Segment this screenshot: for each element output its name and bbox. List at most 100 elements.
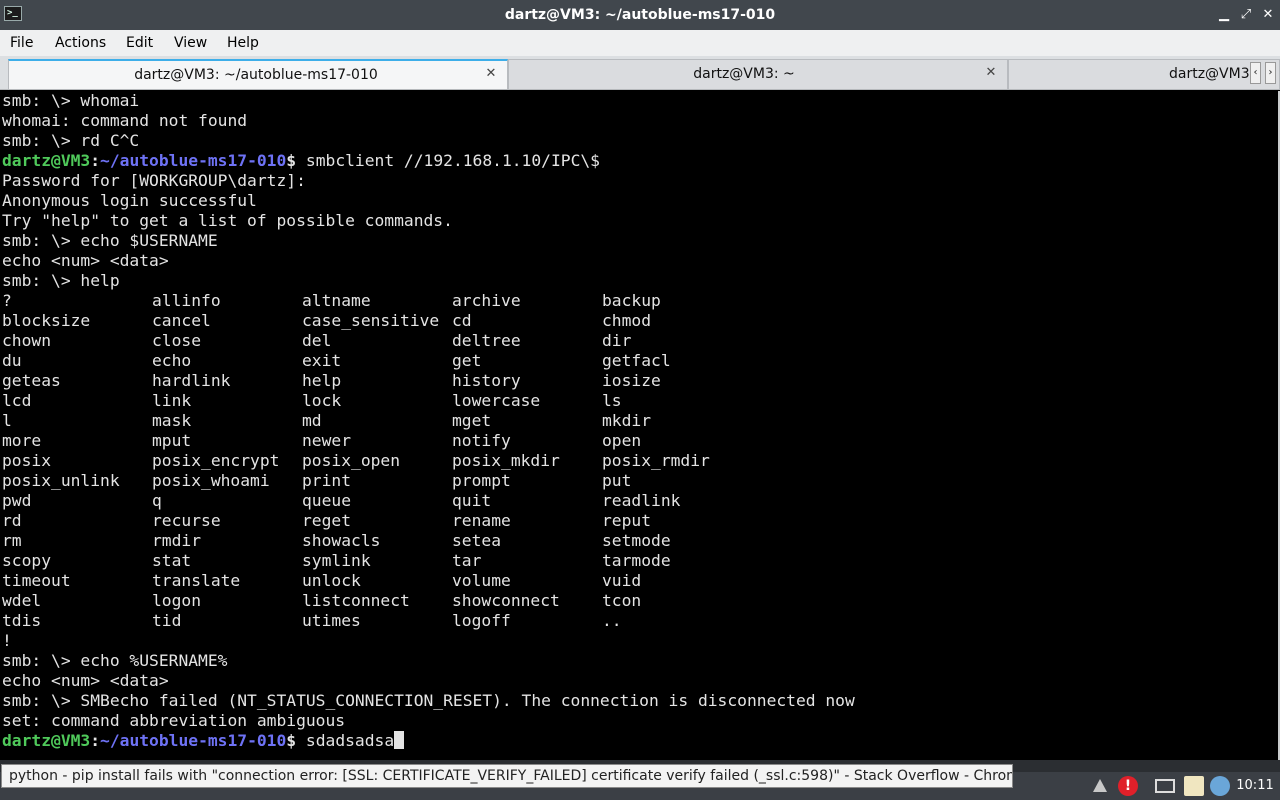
taskbar-clock[interactable]: 10:11 xyxy=(1230,772,1280,800)
help-command: q xyxy=(152,491,162,510)
help-command: posix_mkdir xyxy=(452,451,560,470)
text-cursor xyxy=(394,731,405,749)
help-row: pwd q queue quit readlink xyxy=(0,491,1278,511)
help-command: timeout xyxy=(2,571,71,590)
help-command: mput xyxy=(152,431,192,450)
help-command: help xyxy=(302,371,342,390)
tab-close-icon[interactable]: ✕ xyxy=(483,66,499,82)
display-icon[interactable] xyxy=(1155,779,1175,793)
terminal-line: smb: \> help xyxy=(2,271,120,290)
help-command: deltree xyxy=(452,331,521,350)
tab-third[interactable]: dartz@VM3: xyxy=(1008,59,1280,89)
terminal-line: smb: \> echo %USERNAME% xyxy=(2,651,228,670)
help-command: queue xyxy=(302,491,352,510)
help-command: listconnect xyxy=(302,591,410,610)
maximize-icon[interactable]: ⤢ xyxy=(1238,7,1254,23)
help-row: rm rmdir showacls setea setmode xyxy=(0,531,1278,551)
prompt-path: ~/autoblue-ms17-010 xyxy=(100,151,287,170)
help-command: reget xyxy=(302,511,352,530)
help-command: rm xyxy=(2,531,22,550)
help-row: geteas hardlink help history iosize xyxy=(0,371,1278,391)
tab-autoblue[interactable]: dartz@VM3: ~/autoblue-ms17-010 ✕ xyxy=(8,59,508,89)
tab-label: dartz@VM3: ~/autoblue-ms17-010 xyxy=(134,67,378,83)
help-command: scopy xyxy=(2,551,52,570)
clipboard-icon[interactable] xyxy=(1184,776,1204,796)
help-command: put xyxy=(602,471,632,490)
help-command: symlink xyxy=(302,551,371,570)
help-command: rd xyxy=(2,511,22,530)
prompt-user: dartz@VM3 xyxy=(2,731,91,750)
terminal-line: Try "help" to get a list of possible com… xyxy=(2,211,453,230)
tab-scroll-left-icon[interactable]: ‹ xyxy=(1250,62,1261,84)
terminal-line: smb: \> rd C^C xyxy=(2,131,140,150)
tab-label: dartz@VM3: ~ xyxy=(693,66,795,82)
prompt-path: ~/autoblue-ms17-010 xyxy=(100,731,287,750)
menu-bar: File Actions Edit View Help xyxy=(0,30,1280,56)
help-row: ! xyxy=(0,631,1278,651)
help-command: dir xyxy=(602,331,632,350)
help-command: posix_rmdir xyxy=(602,451,710,470)
tab-close-icon[interactable]: ✕ xyxy=(983,65,999,81)
help-command: rename xyxy=(452,511,511,530)
help-command: prompt xyxy=(452,471,511,490)
minimize-icon[interactable]: ▁ xyxy=(1216,7,1232,23)
help-command: posix_unlink xyxy=(2,471,120,490)
tab-home[interactable]: dartz@VM3: ~ ✕ xyxy=(508,59,1008,89)
help-command: lock xyxy=(302,391,342,410)
close-icon[interactable]: ✕ xyxy=(1260,7,1276,23)
help-command: pwd xyxy=(2,491,32,510)
help-row: blocksize cancel case_sensitive cd chmod xyxy=(0,311,1278,331)
terminal-line: smb: \> echo $USERNAME xyxy=(2,231,218,250)
help-row: posix_unlink posix_whoami print prompt put xyxy=(0,471,1278,491)
help-command: setea xyxy=(452,531,502,550)
alert-icon[interactable]: ! xyxy=(1118,776,1138,796)
help-row: more mput newer notify open xyxy=(0,431,1278,451)
prompt-command: smbclient //192.168.1.10/IPC\$ xyxy=(296,151,600,170)
help-command: posix_whoami xyxy=(152,471,270,490)
help-command: case_sensitive xyxy=(302,311,440,330)
help-command: logon xyxy=(152,591,202,610)
help-command: blocksize xyxy=(2,311,91,330)
help-command: utimes xyxy=(302,611,361,630)
help-command: vuid xyxy=(602,571,642,590)
prompt-command: sdadsadsa xyxy=(296,731,395,750)
help-command: backup xyxy=(602,291,661,310)
help-row: rd recurse reget rename reput xyxy=(0,511,1278,531)
help-command: cancel xyxy=(152,311,211,330)
help-command: wdel xyxy=(2,591,42,610)
help-command: l xyxy=(2,411,12,430)
tab-scroll-right-icon[interactable]: › xyxy=(1265,62,1276,84)
help-command: geteas xyxy=(2,371,61,390)
arrow-up-icon[interactable] xyxy=(1093,779,1107,792)
terminal-line: smb: \> whomai xyxy=(2,91,140,110)
terminal-line: Anonymous login successful xyxy=(2,191,257,210)
terminal-line: echo <num> <data> xyxy=(2,251,169,270)
help-command: exit xyxy=(302,351,342,370)
help-row: du echo exit get getfacl xyxy=(0,351,1278,371)
help-command: del xyxy=(302,331,332,350)
help-command: link xyxy=(152,391,192,410)
window-titlebar: >_ dartz@VM3: ~/autoblue-ms17-010 ▁ ⤢ ✕ xyxy=(0,0,1280,30)
help-command: posix_encrypt xyxy=(152,451,280,470)
network-icon[interactable] xyxy=(1210,776,1230,796)
menu-view[interactable]: View xyxy=(174,30,207,56)
terminal-line: whomai: command not found xyxy=(2,111,248,130)
help-command: setmode xyxy=(602,531,671,550)
tab-label: dartz@VM3: xyxy=(1169,66,1255,82)
terminal-prompt-line: dartz@VM3:~/autoblue-ms17-010$ smbclient… xyxy=(0,151,1278,171)
terminal-output[interactable]: smb: \> whomai whomai: command not found s… xyxy=(0,91,1278,760)
help-command: translate xyxy=(152,571,241,590)
help-row: scopy stat symlink tar tarmode xyxy=(0,551,1278,571)
terminal-line: echo <num> <data> xyxy=(2,671,169,690)
help-command: newer xyxy=(302,431,352,450)
menu-actions[interactable]: Actions xyxy=(55,30,106,56)
menu-edit[interactable]: Edit xyxy=(126,30,153,56)
help-command: ls xyxy=(602,391,622,410)
menu-help[interactable]: Help xyxy=(227,30,259,56)
menu-file[interactable]: File xyxy=(10,30,33,56)
help-command: close xyxy=(152,331,202,350)
help-command: logoff xyxy=(452,611,511,630)
help-row: wdel logon listconnect showconnect tcon xyxy=(0,591,1278,611)
terminal-prompt-line: dartz@VM3:~/autoblue-ms17-010$ sdadsadsa xyxy=(0,731,1278,751)
prompt-user: dartz@VM3 xyxy=(2,151,91,170)
